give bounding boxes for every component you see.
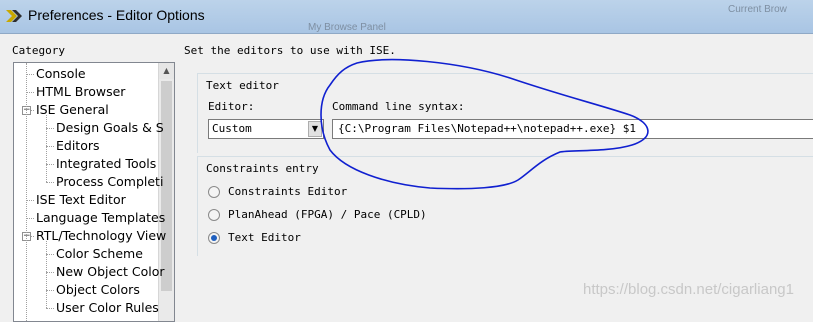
radio-label: Constraints Editor xyxy=(228,185,348,198)
group-title: Constraints entry xyxy=(206,162,319,175)
group-title: Text editor xyxy=(206,79,279,92)
watermark-text: https://blog.csdn.net/cigarliang1 xyxy=(583,281,794,298)
tree-connector xyxy=(46,128,54,129)
command-line-input[interactable]: {C:\Program Files\Notepad++\notepad++.ex… xyxy=(332,119,813,139)
tree-item[interactable]: Object Colors xyxy=(56,281,140,299)
window-title: Preferences - Editor Options xyxy=(28,7,205,23)
editor-label: Editor: xyxy=(208,100,255,113)
command-line-label: Command line syntax: xyxy=(332,100,465,113)
radio-label: Text Editor xyxy=(228,231,301,244)
editor-select[interactable]: Custom ▼ xyxy=(208,119,324,139)
tree-connector xyxy=(26,200,34,201)
tree-connector xyxy=(26,218,34,219)
tree-item[interactable]: Integrated Tools xyxy=(56,155,156,173)
instruction-text: Set the editors to use with ISE. xyxy=(184,44,396,57)
tree-connector xyxy=(46,290,54,291)
tree-connector xyxy=(46,241,47,308)
tree-item[interactable]: Color Scheme xyxy=(56,245,143,263)
tree-item[interactable]: Process Completi xyxy=(56,173,163,191)
radio-button[interactable] xyxy=(208,209,220,221)
tree-connector xyxy=(26,74,34,75)
tree-connector xyxy=(46,254,54,255)
command-line-value: {C:\Program Files\Notepad++\notepad++.ex… xyxy=(338,122,637,135)
tree-connector xyxy=(26,63,27,321)
tree-scrollbar[interactable]: ▲ xyxy=(158,63,174,321)
tree-connector xyxy=(46,164,54,165)
tree-connector xyxy=(46,308,54,309)
tree-item[interactable]: ISE Text Editor xyxy=(36,191,126,209)
tree-connector xyxy=(46,115,47,182)
tree-item[interactable]: User Color Rules xyxy=(56,299,159,317)
tree-item[interactable]: HTML Browser xyxy=(36,83,125,101)
tree-item[interactable]: Language Templates xyxy=(36,209,165,227)
text-editor-group: Text editor xyxy=(197,73,813,153)
tree-item[interactable]: Editors xyxy=(56,137,100,155)
editor-select-value: Custom xyxy=(212,122,252,135)
radio-button[interactable] xyxy=(208,232,220,244)
category-tree[interactable]: ▲ Console HTML Browser − ISE General Design … xyxy=(13,62,175,322)
tree-item[interactable]: RTL/Technology View xyxy=(36,227,166,245)
chevron-down-icon[interactable]: ▼ xyxy=(308,121,322,137)
tree-connector xyxy=(46,182,54,183)
tree-connector xyxy=(46,272,54,273)
background-window-text: Current Brow xyxy=(728,4,787,15)
category-label: Category xyxy=(12,44,65,57)
tree-connector xyxy=(46,146,54,147)
background-window-text: My Browse Panel xyxy=(308,22,386,33)
radio-button[interactable] xyxy=(208,186,220,198)
tree-connector xyxy=(26,92,34,93)
xilinx-logo-icon xyxy=(6,10,22,22)
tree-item[interactable]: Design Goals & S xyxy=(56,119,164,137)
scroll-up-arrow-icon[interactable]: ▲ xyxy=(159,63,174,79)
tree-item[interactable]: Console xyxy=(36,65,86,83)
title-bar: My Browse Panel Current Brow Preferences… xyxy=(0,0,813,34)
tree-item[interactable]: New Object Color xyxy=(56,263,165,281)
radio-label: PlanAhead (FPGA) / Pace (CPLD) xyxy=(228,208,427,221)
